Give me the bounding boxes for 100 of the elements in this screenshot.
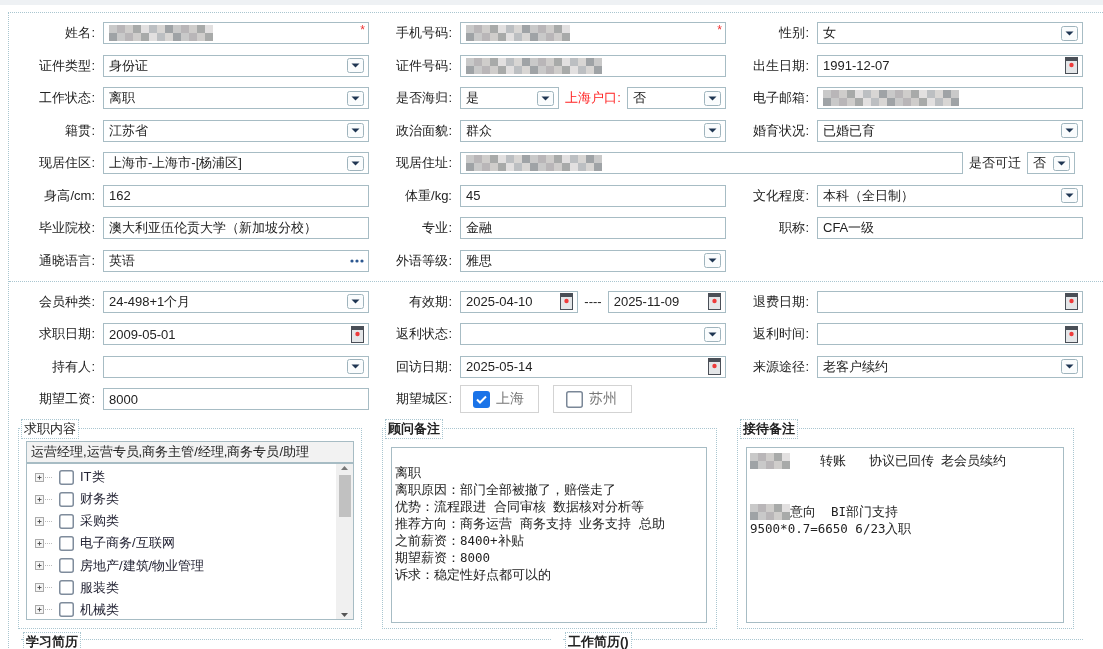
category-item[interactable]: 财务类 xyxy=(80,490,119,509)
text-field[interactable]: 金融 xyxy=(460,217,726,239)
expand-icon[interactable] xyxy=(35,515,53,527)
panel-legend: 求职内容 xyxy=(21,419,79,439)
dropdown-field[interactable]: 否 xyxy=(1027,152,1075,174)
text-field[interactable]: * xyxy=(460,22,726,44)
calendar-icon[interactable] xyxy=(1065,293,1078,310)
note-line: 诉求：稳定性好点都可以的 xyxy=(395,566,551,583)
city-option[interactable]: 苏州 xyxy=(553,385,632,413)
text-field[interactable]: 162 xyxy=(103,184,369,207)
dropdown-field[interactable] xyxy=(103,355,369,378)
text-field[interactable]: 澳大利亚伍伦贡大学（新加坡分校） xyxy=(103,217,369,239)
text-field[interactable] xyxy=(460,152,963,174)
calendar-icon[interactable] xyxy=(1065,57,1078,74)
city-option[interactable]: 上海 xyxy=(460,385,539,413)
text-field[interactable]: 8000 xyxy=(103,388,369,410)
note-line: 推荐方向：商务运营 商务支持 业务支持 总助 xyxy=(395,515,665,532)
field-label: 姓名: xyxy=(64,24,95,42)
checkbox[interactable] xyxy=(59,469,74,485)
dropdown-field[interactable]: 江苏省 xyxy=(103,119,369,142)
expand-icon[interactable] xyxy=(35,538,53,549)
expand-icon[interactable] xyxy=(35,471,53,483)
category-item[interactable]: 采购类 xyxy=(80,512,119,531)
expand-icon[interactable] xyxy=(35,582,53,594)
calendar-icon[interactable] xyxy=(560,293,574,310)
field-label: 期望工资: xyxy=(38,390,95,408)
note-line: 9500*0.7=6650 6/23入职 xyxy=(750,520,912,537)
dropdown-field[interactable]: 女 xyxy=(817,22,1083,44)
dropdown-field[interactable]: 24-498+1个月 xyxy=(103,290,369,313)
dropdown-field[interactable]: 群众 xyxy=(460,119,726,142)
checkbox[interactable] xyxy=(566,390,583,408)
scroll-thumb[interactable] xyxy=(338,475,351,517)
dropdown-field[interactable]: 否 xyxy=(626,87,726,109)
category-item[interactable]: IT类 xyxy=(80,468,105,487)
checkbox[interactable] xyxy=(59,536,74,551)
note-line: 离职 xyxy=(395,464,421,481)
checkbox[interactable] xyxy=(59,558,74,574)
field-label: 证件号码: xyxy=(395,56,452,75)
field-label: 持有人: xyxy=(51,357,95,376)
field-label: 职称: xyxy=(778,219,809,237)
section-legend: 学习简历 xyxy=(23,632,81,649)
note-line: 转账 协议已回传 老会员续约 xyxy=(819,452,1007,469)
category-item[interactable]: 房地产/建筑/物业管理 xyxy=(80,556,205,575)
text-field[interactable]: * xyxy=(103,22,369,44)
required-mark: * xyxy=(360,23,365,37)
calendar-icon[interactable] xyxy=(708,358,721,375)
field-label: 外语等级: xyxy=(395,251,452,270)
date-field[interactable]: 2009-05-01 xyxy=(103,323,369,345)
date-field[interactable]: 2025-11-09 xyxy=(607,290,726,313)
checkbox[interactable] xyxy=(473,390,490,408)
scroll-down-icon[interactable] xyxy=(340,611,349,619)
dropdown-field[interactable]: 上海市-上海市-[杨浦区] xyxy=(103,152,369,174)
dropdown-field[interactable]: 雅思 xyxy=(460,249,726,272)
required-mark: * xyxy=(717,23,722,37)
checkbox[interactable] xyxy=(59,580,74,596)
dropdown-field[interactable]: 身份证 xyxy=(103,54,369,77)
text-field[interactable]: CFA一级 xyxy=(817,217,1083,239)
text-field[interactable] xyxy=(817,87,1083,109)
notes-textarea[interactable]: 离职 离职原因：部门全部被撤了，赔偿走了 优势：流程跟进 合同审核 数据核对分析等 推荐方向：商务运营 商务支持 业务支持 总助 之前薪资：8400+补贴 期望薪资：8000 诉求：稳定性好点都可以的 xyxy=(391,447,707,623)
category-item[interactable]: 机械类 xyxy=(80,600,119,619)
scrollbar[interactable] xyxy=(336,464,353,619)
dropdown-field[interactable]: 老客户续约 xyxy=(817,355,1083,378)
date-field[interactable]: 1991-12-07 xyxy=(817,54,1083,77)
field-label: 性别: xyxy=(778,24,809,42)
calendar-icon[interactable] xyxy=(1065,325,1078,343)
dropdown-field[interactable]: 已婚已育 xyxy=(817,119,1083,142)
field-label: 现居住址: xyxy=(395,154,452,172)
panel-legend: 接待备注 xyxy=(740,419,798,439)
date-field[interactable]: 2025-05-14 xyxy=(460,355,726,378)
checkbox[interactable] xyxy=(59,602,74,618)
category-item[interactable]: 服装类 xyxy=(80,578,119,597)
expand-icon[interactable] xyxy=(35,560,53,572)
checkbox[interactable] xyxy=(59,491,74,507)
date-field[interactable] xyxy=(817,323,1083,345)
checkbox[interactable] xyxy=(59,513,74,529)
field-label: 政治面貌: xyxy=(395,121,452,140)
calendar-icon[interactable] xyxy=(708,293,721,310)
expand-icon[interactable] xyxy=(35,493,53,505)
dropdown-field[interactable]: 离职 xyxy=(103,87,369,109)
field-label: 证件类型: xyxy=(38,56,95,75)
text-field[interactable]: 45 xyxy=(460,184,726,207)
field-label: 出生日期: xyxy=(752,56,809,75)
lookup-field[interactable]: 英语 xyxy=(103,249,369,272)
field-label: 是否可迁 xyxy=(969,154,1021,172)
field-label: 专业: xyxy=(421,219,452,237)
field-label: 婚育状况: xyxy=(752,121,809,140)
dropdown-field[interactable]: 是 xyxy=(460,87,560,109)
field-label: 返利状态: xyxy=(395,325,452,343)
expand-icon[interactable] xyxy=(35,604,53,616)
calendar-icon[interactable] xyxy=(351,325,364,343)
date-field[interactable] xyxy=(817,290,1083,313)
text-field[interactable] xyxy=(460,54,726,77)
notes-textarea[interactable]: 转账 协议已回传 老会员续约 意向 BI部门支持 9500*0.7=6650 6/23入职 xyxy=(746,447,1064,623)
date-field[interactable]: 2025-04-10 xyxy=(460,290,579,313)
panel-legend: 顾问备注 xyxy=(385,419,443,439)
category-item[interactable]: 电子商务/互联网 xyxy=(80,534,175,553)
more-icon[interactable] xyxy=(350,258,364,263)
dropdown-field[interactable]: 本科（全日制） xyxy=(817,184,1083,207)
dropdown-field[interactable] xyxy=(460,323,726,345)
field-label: 回访日期: xyxy=(395,357,452,376)
